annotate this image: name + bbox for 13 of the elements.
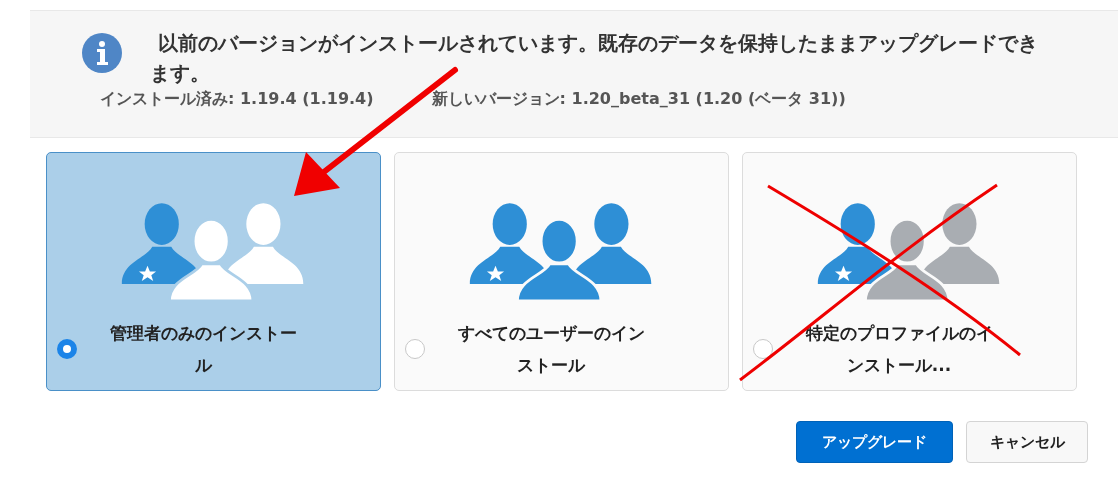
info-icon: [82, 33, 122, 73]
install-option-card[interactable]: すべてのユーザーのインストール: [394, 152, 729, 391]
new-version: 新しいバージョン: 1.20_beta_31 (1.20 (ベータ 31)): [431, 89, 846, 110]
option-label: 管理者のみのインストール: [108, 322, 298, 377]
install-option-card[interactable]: 管理者のみのインストール: [46, 152, 381, 391]
installed-version: インストール済み: 1.19.4 (1.19.4): [100, 89, 374, 110]
radio-button[interactable]: [57, 339, 77, 359]
notice-message: 以前のバージョンがインストールされています。既存のデータを保持したままアップグレードできます。: [149, 31, 1039, 87]
cancel-button[interactable]: キャンセル: [966, 421, 1088, 463]
radio-button[interactable]: [753, 339, 773, 359]
option-label: すべてのユーザーのインストール: [456, 322, 646, 377]
upgrade-button[interactable]: アップグレード: [796, 421, 953, 463]
radio-button[interactable]: [405, 339, 425, 359]
